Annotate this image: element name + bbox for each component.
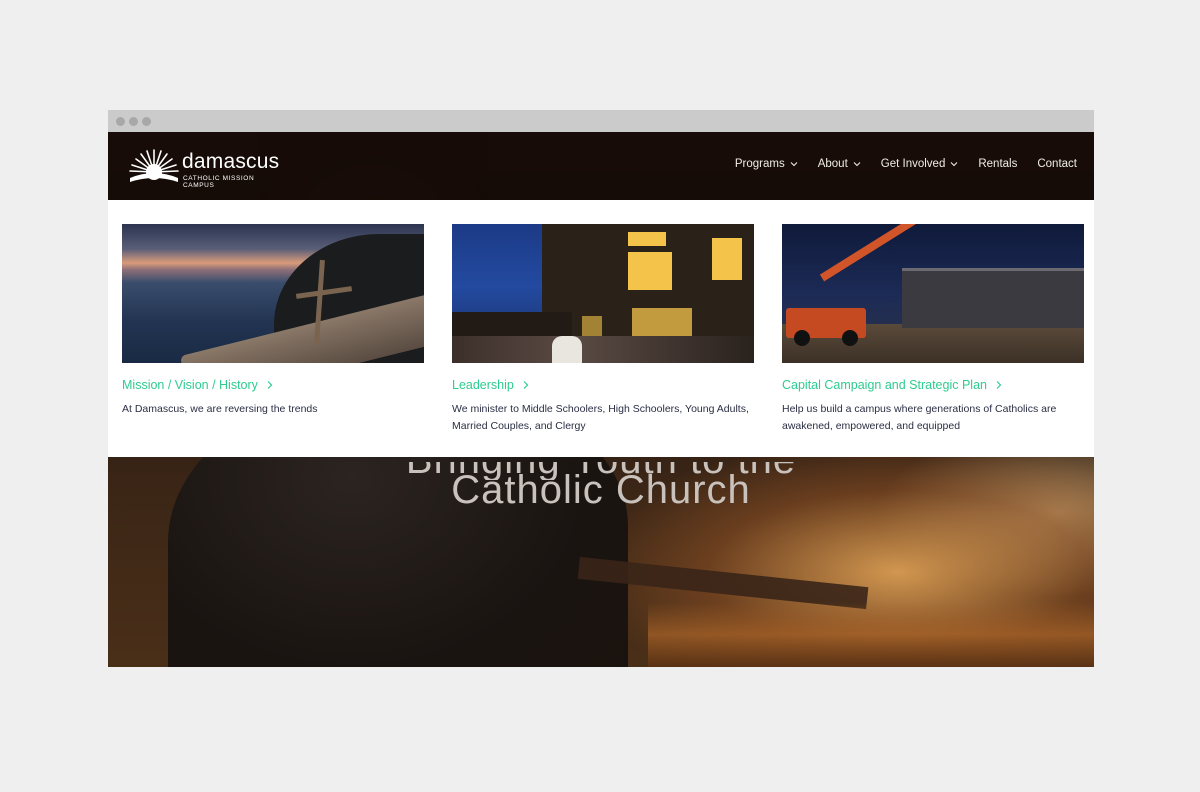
browser-chrome <box>108 110 1094 132</box>
window-dot-icon[interactable] <box>142 117 151 126</box>
image-priest <box>552 336 582 363</box>
chevron-down-icon <box>950 162 958 167</box>
image-crowd <box>452 336 754 363</box>
card-link-leadership[interactable]: Leadership <box>452 378 754 392</box>
card-image-chapel-night[interactable] <box>452 224 754 363</box>
nav-item-get-involved[interactable]: Get Involved <box>881 158 959 170</box>
nav-item-label: About <box>817 158 848 170</box>
browser-window: Bringing Youth to the Catholic Church <box>108 110 1094 667</box>
image-wheel <box>842 330 858 346</box>
about-dropdown-menu: Mission / Vision / History At Damascus, … <box>108 200 1094 457</box>
nav-item-about[interactable]: About <box>818 158 861 170</box>
window-dot-icon[interactable] <box>129 117 138 126</box>
brand-name: damascus <box>182 150 280 173</box>
card-link-mission[interactable]: Mission / Vision / History <box>122 378 424 392</box>
nav-item-rentals[interactable]: Rentals <box>978 158 1017 170</box>
nav-item-programs[interactable]: Programs <box>735 158 798 170</box>
card-link-label: Mission / Vision / History <box>122 378 258 392</box>
chevron-right-icon <box>267 381 273 389</box>
card-image-cross-sunset[interactable] <box>122 224 424 363</box>
window-dot-icon[interactable] <box>116 117 125 126</box>
image-frame <box>902 268 1084 328</box>
brand-tagline: CATHOLIC MISSION CAMPUS <box>183 175 255 189</box>
dropdown-card-mission: Mission / Vision / History At Damascus, … <box>122 224 424 418</box>
hero-image-glow <box>648 602 1094 667</box>
image-wheel <box>794 330 810 346</box>
sunburst-icon <box>129 149 179 182</box>
chevron-right-icon <box>523 381 529 389</box>
hero-title: Catholic Church <box>451 468 751 512</box>
card-description: Help us build a campus where generations… <box>782 403 1057 432</box>
image-window <box>712 238 742 280</box>
card-description: At Damascus, we are reversing the trends <box>122 403 318 415</box>
nav-item-label: Contact <box>1037 158 1077 170</box>
nav-item-label: Programs <box>734 158 785 170</box>
dropdown-card-leadership: Leadership We minister to Middle Schoole… <box>452 224 754 435</box>
brand-logo[interactable]: damascus CATHOLIC MISSION CAMPUS <box>128 146 280 189</box>
nav-item-contact[interactable]: Contact <box>1037 158 1077 170</box>
main-nav: Programs About Get Involved Rentals Cont… <box>735 158 1077 170</box>
nav-item-label: Rentals <box>978 158 1018 170</box>
nav-item-label: Get Involved <box>880 158 946 170</box>
top-navbar: damascus CATHOLIC MISSION CAMPUS Program… <box>108 132 1094 200</box>
card-link-capital-campaign[interactable]: Capital Campaign and Strategic Plan <box>782 378 1084 392</box>
image-window <box>582 316 602 336</box>
dropdown-card-capital-campaign: Capital Campaign and Strategic Plan Help… <box>782 224 1084 435</box>
image-window <box>628 232 666 246</box>
card-description: We minister to Middle Schoolers, High Sc… <box>452 403 749 432</box>
card-image-construction[interactable] <box>782 224 1084 363</box>
image-window <box>628 252 672 290</box>
card-link-label: Capital Campaign and Strategic Plan <box>782 378 987 392</box>
chevron-down-icon <box>853 162 861 167</box>
chevron-down-icon <box>790 162 798 167</box>
card-link-label: Leadership <box>452 378 514 392</box>
chevron-right-icon <box>996 381 1002 389</box>
image-window <box>632 308 692 336</box>
